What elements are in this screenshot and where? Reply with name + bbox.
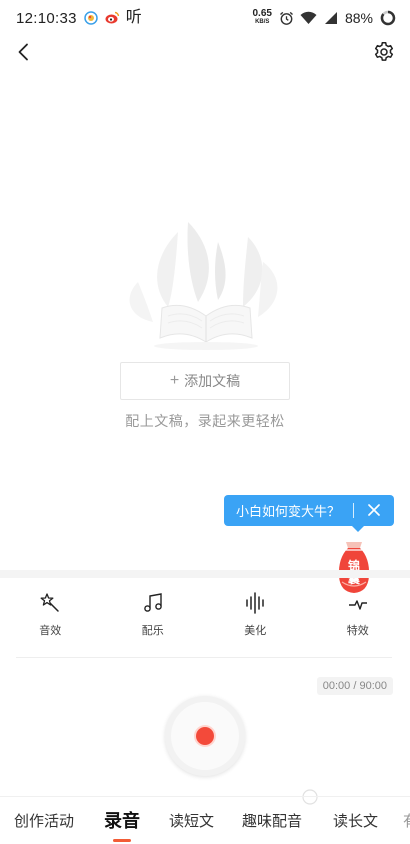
signal-icon [324, 11, 338, 25]
back-button[interactable] [12, 40, 34, 64]
weibo-red-icon [105, 11, 119, 25]
tab-label: 读短文 [169, 813, 215, 830]
net-speed-value: 0.65 [252, 8, 272, 19]
tooltip-divider [353, 503, 354, 518]
status-bar: 12:10:33 听 0.65 KB/S 88% [0, 0, 410, 36]
add-script-button[interactable]: + 添加文稿 [120, 362, 290, 400]
tooltip-text: 小白如何变大牛？ [236, 504, 341, 519]
status-time: 12:10:33 [16, 9, 77, 27]
tooltip-arrow [352, 526, 364, 532]
divider [16, 657, 392, 658]
tab-label: 趣味配音 [242, 813, 303, 830]
wifi-icon [300, 11, 317, 25]
effect-label: 特效 [346, 625, 369, 637]
record-button[interactable] [165, 696, 245, 776]
tab-read-long[interactable]: 读长文 [333, 810, 378, 831]
plus-icon: + [169, 372, 180, 389]
record-dot-icon [196, 727, 214, 745]
record-timer: 00:00 / 90:00 [316, 677, 393, 695]
net-speed-unit: KB/S [255, 19, 270, 25]
bottom-tabs: 创作活动 录音 读短文 趣味配音 读长文 有 [0, 796, 410, 844]
top-nav [0, 36, 410, 68]
ting-icon: 听 [125, 9, 142, 26]
music-note-icon [143, 593, 162, 612]
gear-icon [374, 42, 394, 61]
waveform-icon [246, 592, 264, 614]
tab-creation-activity[interactable]: 创作活动 [14, 810, 74, 831]
effect-label: 美化 [244, 625, 267, 637]
effect-label: 配乐 [141, 625, 164, 637]
effect-music[interactable]: 配乐 [102, 578, 205, 654]
tab-label: 读长文 [333, 813, 379, 830]
alarm-icon [279, 11, 293, 25]
effect-label: 音效 [39, 625, 62, 637]
effect-special[interactable]: 特效 [307, 578, 410, 654]
close-icon[interactable] [366, 502, 382, 518]
active-tab-indicator [113, 839, 131, 842]
battery-ring-icon [380, 10, 396, 26]
effect-beautify[interactable]: 美化 [204, 578, 307, 654]
add-script-label: 添加文稿 [184, 373, 241, 389]
weibo-icon [84, 11, 98, 25]
special-effect-icon [348, 600, 367, 610]
tab-more[interactable]: 有 [403, 810, 410, 831]
chevron-left-icon [18, 43, 28, 61]
tab-read-short[interactable]: 读短文 [169, 810, 214, 831]
settings-button[interactable] [372, 40, 396, 64]
battery-percent: 88% [344, 10, 373, 26]
empty-book-illustration [118, 222, 294, 352]
effects-toolbar: 音效 配乐 美化 特效 [0, 578, 410, 654]
tab-fun-dubbing[interactable]: 趣味配音 [242, 810, 302, 831]
tab-label: 创作活动 [14, 813, 75, 830]
tab-label: 录音 [104, 811, 140, 831]
net-speed: 0.65 KB/S [253, 9, 272, 27]
record-button-inner [171, 702, 239, 770]
tips-tooltip[interactable]: 小白如何变大牛？ [224, 495, 394, 532]
effect-sound[interactable]: 音效 [0, 578, 102, 654]
section-separator [0, 570, 410, 578]
magic-wand-icon [40, 593, 59, 612]
tab-label: 有 [403, 813, 410, 830]
tab-record[interactable]: 录音 [104, 807, 140, 842]
empty-hint: 配上文稿，录起来更轻松 [125, 413, 285, 429]
